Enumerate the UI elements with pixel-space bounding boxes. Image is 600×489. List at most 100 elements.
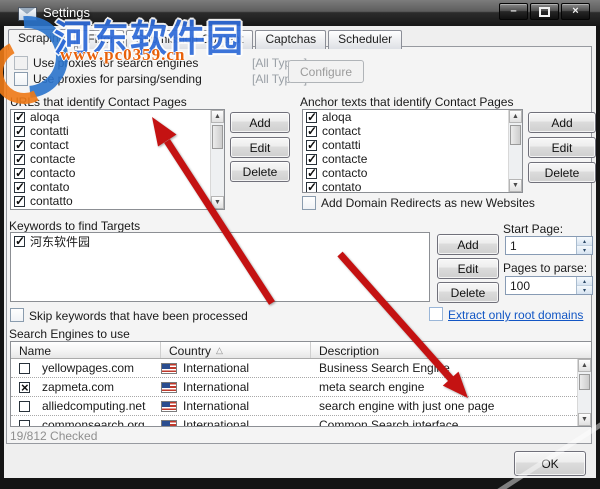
keywords-listbox[interactable]: 河东软件园 (10, 232, 430, 302)
item-checkbox[interactable] (14, 110, 25, 124)
table-row[interactable]: alliedcomputing.net International search… (11, 397, 591, 416)
scroll-up-icon[interactable]: ▲ (509, 110, 522, 123)
item-checkbox[interactable] (14, 194, 25, 208)
item-label: contacto (30, 166, 76, 180)
column-header-description[interactable]: Description (311, 342, 591, 358)
list-item[interactable]: contatto (11, 194, 224, 208)
list-item[interactable]: aloqa (303, 110, 522, 124)
list-item[interactable]: aloqa (11, 110, 224, 124)
list-item[interactable]: contacto (303, 166, 522, 180)
extract-root-domains-checkbox[interactable] (429, 307, 443, 321)
list-item[interactable]: contacto (11, 166, 224, 180)
urls-listbox[interactable]: aloqa contatti contact contacte contacto… (10, 109, 225, 210)
row-checkbox[interactable] (19, 400, 30, 412)
scrollbar-thumb[interactable] (510, 125, 521, 145)
scroll-down-icon[interactable]: ▼ (509, 179, 522, 192)
add-domain-redirects-checkbox[interactable] (302, 196, 316, 210)
spin-down-icon[interactable]: ▾ (577, 246, 592, 254)
list-item[interactable]: contact (303, 124, 522, 138)
tab-scheduler[interactable]: Scheduler (328, 30, 403, 49)
pages-to-parse-spinner[interactable]: 100 ▴ ▾ (505, 276, 593, 295)
list-item[interactable]: mailto (11, 208, 224, 210)
urls-add-button[interactable]: Add (230, 112, 290, 133)
engine-name: yellowpages.com (42, 361, 135, 375)
tab-captchas[interactable]: Captchas (255, 30, 327, 49)
keywords-label: Keywords to find Targets (9, 219, 141, 233)
urls-scrollbar[interactable]: ▲ ▼ (210, 110, 224, 209)
search-engines-label: Search Engines to use (9, 327, 130, 341)
list-item[interactable]: contacte (11, 152, 224, 166)
international-flag-icon (161, 381, 177, 393)
urls-delete-button[interactable]: Delete (230, 161, 290, 182)
item-checkbox[interactable] (14, 138, 25, 152)
engine-country: International (183, 399, 250, 413)
list-item[interactable]: contatti (303, 138, 522, 152)
anchors-listbox[interactable]: aloqa contact contatti contacte contacto… (302, 109, 523, 193)
list-item[interactable]: contatti (11, 124, 224, 138)
spin-up-icon[interactable]: ▴ (577, 237, 592, 246)
item-checkbox[interactable] (14, 166, 25, 180)
header-label: Description (319, 343, 380, 358)
column-header-country[interactable]: Country △ (161, 342, 311, 358)
search-engines-table[interactable]: Name Country △ Description yellowpages.co… (10, 341, 592, 427)
engine-description: search engine with just one page (319, 399, 495, 413)
engine-description: meta search engine (319, 380, 425, 394)
item-checkbox[interactable] (14, 180, 25, 194)
close-button[interactable]: × (561, 3, 590, 20)
start-page-spinner[interactable]: 1 ▴ ▾ (505, 236, 593, 255)
maximize-button[interactable] (530, 3, 559, 20)
item-checkbox[interactable] (14, 124, 25, 138)
scroll-down-icon[interactable]: ▼ (578, 413, 591, 426)
spin-up-icon[interactable]: ▴ (577, 277, 592, 286)
list-item[interactable]: contato (11, 180, 224, 194)
scroll-up-icon[interactable]: ▲ (211, 110, 224, 123)
list-item[interactable]: contact (11, 138, 224, 152)
item-checkbox[interactable] (306, 124, 317, 138)
keywords-add-button[interactable]: Add (437, 234, 499, 255)
scroll-up-icon[interactable]: ▲ (578, 359, 591, 372)
item-checkbox[interactable] (306, 138, 317, 152)
anchors-edit-button[interactable]: Edit (528, 137, 596, 158)
list-item[interactable]: contacte (303, 152, 522, 166)
table-scrollbar[interactable]: ▲ ▼ (577, 359, 591, 426)
row-checkbox[interactable] (19, 380, 30, 395)
keywords-edit-button[interactable]: Edit (437, 258, 499, 279)
column-header-name[interactable]: Name (11, 342, 161, 358)
skip-keywords-checkbox[interactable] (10, 308, 24, 322)
table-row[interactable]: zapmeta.com International meta search en… (11, 378, 591, 397)
pages-to-parse-value[interactable]: 100 (506, 277, 576, 294)
list-item[interactable]: 河东软件园 (11, 233, 429, 249)
item-checkbox[interactable] (306, 152, 317, 166)
extract-root-domains-link[interactable]: Extract only root domains (448, 308, 583, 322)
anchors-scrollbar[interactable]: ▲ ▼ (508, 110, 522, 192)
item-checkbox[interactable] (14, 234, 25, 248)
anchors-add-button[interactable]: Add (528, 112, 596, 133)
maximize-icon (539, 6, 550, 17)
item-label: contato (30, 180, 70, 194)
item-label: contacto (322, 166, 368, 180)
urls-edit-button[interactable]: Edit (230, 137, 290, 158)
anchors-delete-button[interactable]: Delete (528, 162, 596, 183)
minimize-button[interactable]: – (499, 3, 528, 20)
list-item[interactable]: contato (303, 180, 522, 192)
engine-name: commonsearch.org (42, 418, 145, 427)
row-checkbox[interactable] (19, 362, 30, 374)
spin-down-icon[interactable]: ▾ (577, 286, 592, 294)
scroll-down-icon[interactable]: ▼ (211, 196, 224, 209)
scrollbar-thumb[interactable] (212, 125, 223, 149)
keywords-delete-button[interactable]: Delete (437, 282, 499, 303)
start-page-value[interactable]: 1 (506, 237, 576, 254)
item-checkbox[interactable] (14, 152, 25, 166)
configure-button[interactable]: Configure (288, 60, 364, 83)
engine-country: International (183, 418, 250, 427)
table-row[interactable]: yellowpages.com International Business S… (11, 359, 591, 378)
item-checkbox[interactable] (15, 208, 25, 210)
item-label: contact (322, 124, 361, 138)
item-label: contacte (30, 152, 76, 166)
row-checkbox[interactable] (19, 419, 30, 426)
scrollbar-thumb[interactable] (579, 374, 590, 390)
item-checkbox[interactable] (306, 180, 317, 192)
item-checkbox[interactable] (306, 110, 317, 124)
item-checkbox[interactable] (306, 166, 317, 180)
table-row[interactable]: commonsearch.org International Common Se… (11, 416, 591, 427)
